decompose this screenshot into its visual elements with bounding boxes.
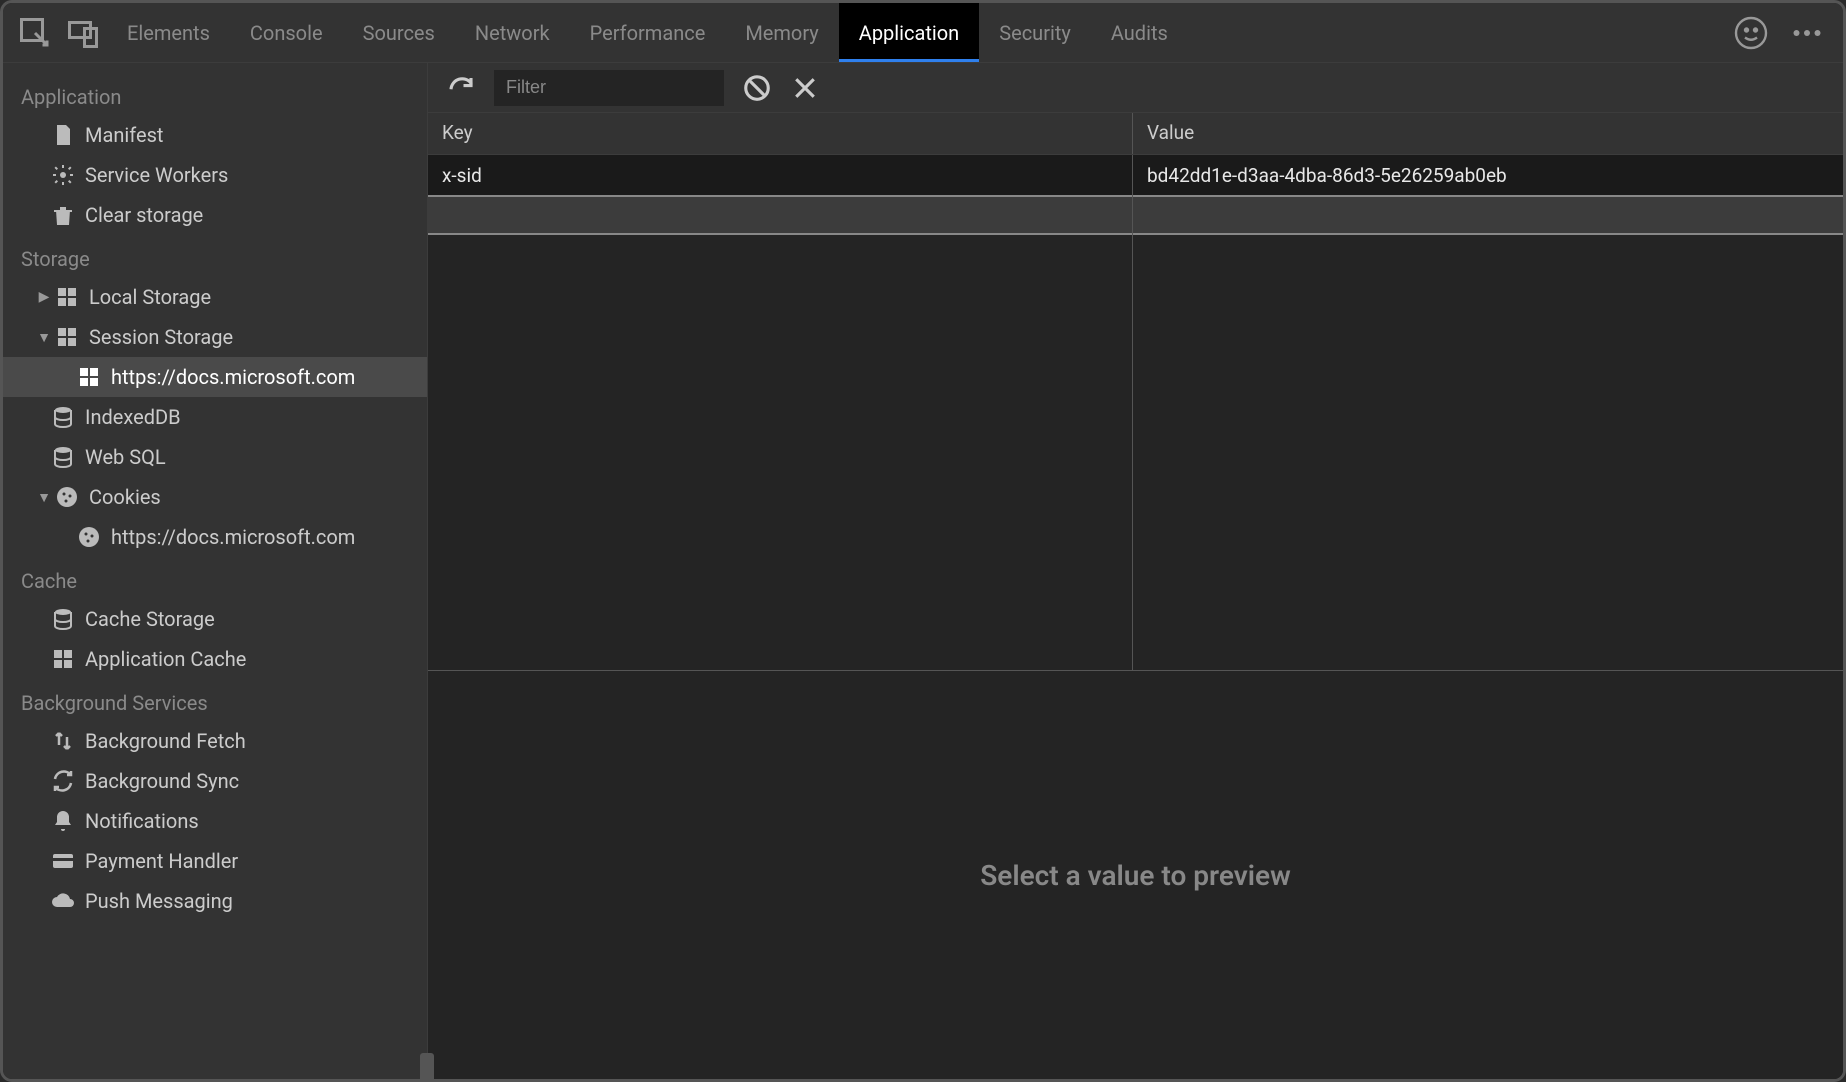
sidebar-application-cache[interactable]: Application Cache [3,639,427,679]
sidebar-item-label: Session Storage [89,325,233,349]
tab-application[interactable]: Application [839,3,979,62]
sidebar-indexeddb[interactable]: IndexedDB [3,397,427,437]
sidebar-item-label: Cookies [89,485,161,509]
sidebar-item-label: Background Fetch [85,729,246,753]
tab-console[interactable]: Console [230,3,343,62]
chevron-right-icon: ▶ [35,289,53,305]
col-value[interactable]: Value [1133,113,1843,154]
main-panel: Key Value x-sid bd42dd1e-d3aa-4dba-86d3-… [428,63,1843,1079]
ban-icon[interactable] [742,73,772,103]
sidebar-item-label: Notifications [85,809,199,833]
sidebar-item-label: Background Sync [85,769,239,793]
sidebar-payment-handler[interactable]: Payment Handler [3,841,427,881]
file-icon [51,123,75,147]
tab-sources[interactable]: Sources [343,3,455,62]
sidebar-local-storage[interactable]: ▶ Local Storage [3,277,427,317]
sidebar-item-label: Push Messaging [85,889,233,913]
grid-icon [55,325,79,349]
sidebar-session-storage[interactable]: ▼ Session Storage [3,317,427,357]
drag-handle-icon[interactable] [420,1053,434,1079]
device-toggle-icon[interactable] [65,15,101,51]
sidebar-service-workers[interactable]: Service Workers [3,155,427,195]
sidebar-item-label: Application Cache [85,647,246,671]
sidebar-item-label: Web SQL [85,445,166,469]
trash-icon [51,203,75,227]
preview-empty-text: Select a value to preview [980,859,1291,892]
table-body: x-sid bd42dd1e-d3aa-4dba-86d3-5e26259ab0… [428,155,1843,670]
database-icon [51,405,75,429]
sidebar-cookies[interactable]: ▼ Cookies [3,477,427,517]
tab-performance[interactable]: Performance [570,3,726,62]
cookie-icon [77,525,101,549]
application-sidebar: Application Manifest Service Workers Cle… [3,63,428,1079]
sidebar-item-label: Cache Storage [85,607,215,631]
sidebar-item-label: https://docs.microsoft.com [111,365,355,389]
section-background: Background Services [3,679,427,721]
storage-table: Key Value x-sid bd42dd1e-d3aa-4dba-86d3-… [428,113,1843,671]
devtools-window: Elements Console Sources Network Perform… [0,0,1846,1082]
sidebar-bg-fetch[interactable]: Background Fetch [3,721,427,761]
filter-input[interactable] [494,70,724,106]
col-key[interactable]: Key [428,113,1133,154]
cell-key-empty[interactable] [428,197,1133,233]
grid-icon [77,365,101,389]
chevron-down-icon: ▼ [35,489,53,506]
table-row[interactable]: x-sid bd42dd1e-d3aa-4dba-86d3-5e26259ab0… [428,155,1843,195]
database-icon [51,607,75,631]
inspect-icon[interactable] [17,15,53,51]
sidebar-clear-storage[interactable]: Clear storage [3,195,427,235]
grid-icon [55,285,79,309]
sidebar-item-label: Clear storage [85,203,203,227]
gear-icon [51,163,75,187]
tab-audits[interactable]: Audits [1091,3,1188,62]
cookie-icon [55,485,79,509]
sidebar-notifications[interactable]: Notifications [3,801,427,841]
more-icon[interactable] [1789,15,1825,51]
database-icon [51,445,75,469]
sidebar-item-label: Service Workers [85,163,228,187]
sidebar-cache-storage[interactable]: Cache Storage [3,599,427,639]
sidebar-item-label: Local Storage [89,285,211,309]
storage-toolbar [428,63,1843,113]
section-cache: Cache [3,557,427,599]
sidebar-websql[interactable]: Web SQL [3,437,427,477]
section-storage: Storage [3,235,427,277]
sidebar-session-storage-origin[interactable]: https://docs.microsoft.com [3,357,427,397]
sidebar-item-label: Manifest [85,123,163,147]
sidebar-item-label: Payment Handler [85,849,238,873]
tab-network[interactable]: Network [455,3,570,62]
chevron-down-icon: ▼ [35,329,53,346]
sidebar-cookie-origin[interactable]: https://docs.microsoft.com [3,517,427,557]
tab-memory[interactable]: Memory [725,3,838,62]
sidebar-item-label: https://docs.microsoft.com [111,525,355,549]
sidebar-push-messaging[interactable]: Push Messaging [3,881,427,921]
close-icon[interactable] [790,73,820,103]
cell-key[interactable]: x-sid [428,155,1133,195]
grid-icon [51,647,75,671]
column-divider[interactable] [1132,155,1133,670]
bell-icon [51,809,75,833]
tab-security[interactable]: Security [979,3,1091,62]
table-header: Key Value [428,113,1843,155]
body-area: Application Manifest Service Workers Cle… [3,63,1843,1079]
sidebar-bg-sync[interactable]: Background Sync [3,761,427,801]
preview-pane: Select a value to preview [428,671,1843,1079]
cloud-icon [51,889,75,913]
card-icon [51,849,75,873]
cell-value[interactable]: bd42dd1e-d3aa-4dba-86d3-5e26259ab0eb [1133,155,1843,195]
sidebar-manifest[interactable]: Manifest [3,115,427,155]
tab-elements[interactable]: Elements [107,3,230,62]
section-application: Application [3,73,427,115]
refresh-icon[interactable] [446,73,476,103]
feedback-icon[interactable] [1733,15,1769,51]
sync-icon [51,769,75,793]
table-row-new[interactable] [428,195,1843,235]
devtools-tabbar: Elements Console Sources Network Perform… [3,3,1843,63]
sidebar-item-label: IndexedDB [85,405,181,429]
transfer-icon [51,729,75,753]
cell-value-empty[interactable] [1133,197,1843,233]
